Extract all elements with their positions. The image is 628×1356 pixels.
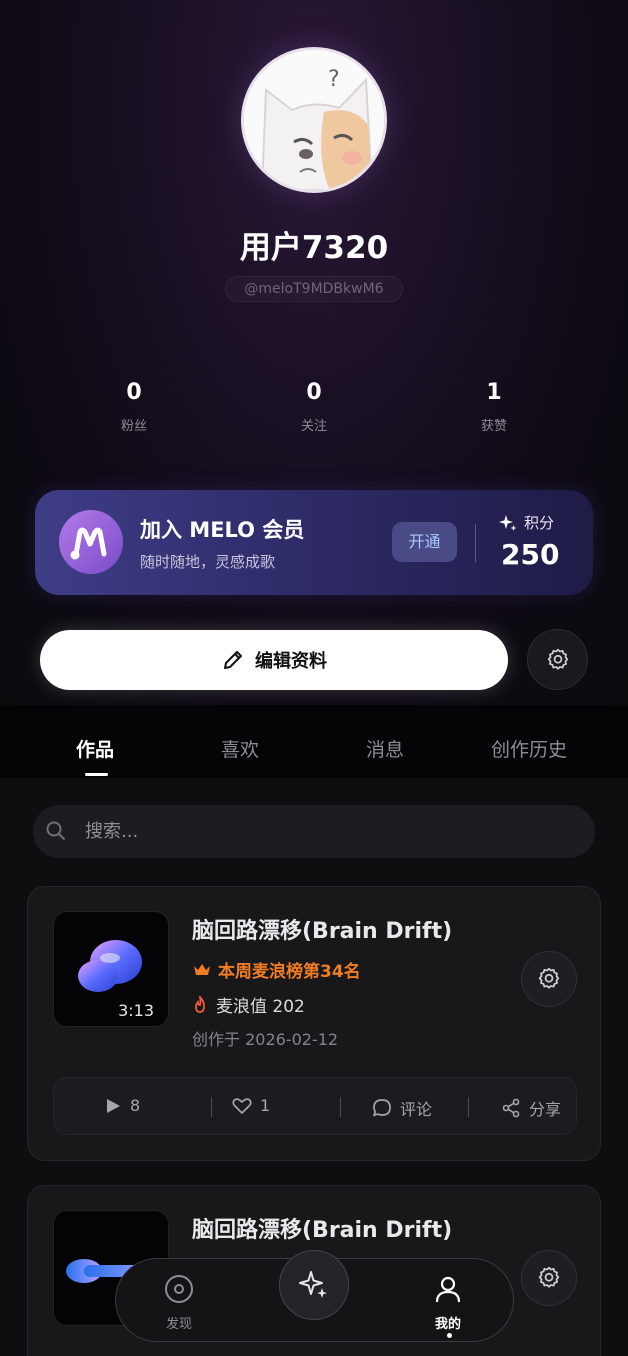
- flame-icon: [195, 995, 205, 1013]
- nav-discover-label: 发现: [165, 1317, 192, 1332]
- edit-profile-label: 编辑资料: [255, 651, 327, 672]
- work-settings-button[interactable]: [521, 951, 577, 1007]
- work-card[interactable]: 3:13 脑回路漂移(Brain Drift) 本周麦浪榜第34名 麦浪值 20…: [27, 886, 601, 1161]
- gear-icon: [547, 648, 568, 670]
- pencil-icon: [224, 651, 242, 669]
- work-created-date: 创作于 2026-02-12: [192, 1030, 339, 1049]
- membership-banner[interactable]: 加入 MELO 会员 随时随地，灵感成歌 开通 积分 250: [35, 490, 593, 595]
- play-icon: [107, 1098, 120, 1113]
- settings-button[interactable]: [527, 629, 588, 690]
- comment-button[interactable]: 评论: [372, 1096, 432, 1120]
- tab-active-indicator: [85, 773, 108, 776]
- stat-likes-value: 1: [486, 380, 502, 405]
- nav-mine-label: 我的: [434, 1317, 461, 1332]
- points-value: 250: [501, 538, 560, 571]
- comment-label: 评论: [400, 1100, 433, 1119]
- search-bar[interactable]: [33, 805, 595, 858]
- stat-likes[interactable]: 1 获赞: [434, 380, 554, 434]
- work-title[interactable]: 脑回路漂移(Brain Drift): [192, 1212, 452, 1244]
- work-settings-button[interactable]: [521, 1250, 577, 1306]
- share-button[interactable]: 分享: [501, 1096, 561, 1120]
- work-cover[interactable]: 3:13: [53, 911, 169, 1027]
- comment-icon: [373, 1099, 391, 1117]
- work-title[interactable]: 脑回路漂移(Brain Drift): [192, 913, 452, 945]
- points-label-row[interactable]: 积分: [498, 512, 554, 533]
- profile-tabs: 作品 喜欢 消息 创作历史: [0, 705, 628, 778]
- work-heat-text: 麦浪值 202: [216, 997, 305, 1017]
- svg-text:?: ?: [328, 67, 340, 92]
- nav-active-dot: [447, 1333, 452, 1338]
- points-label: 积分: [524, 514, 555, 532]
- divider: [468, 1097, 469, 1117]
- tab-works[interactable]: 作品: [76, 735, 114, 762]
- stat-followers-label: 粉丝: [120, 419, 147, 434]
- search-input[interactable]: [85, 805, 565, 858]
- heart-icon: [232, 1097, 252, 1114]
- stat-followers-value: 0: [126, 380, 142, 405]
- nav-discover[interactable]: 发现: [144, 1273, 214, 1332]
- avatar[interactable]: ?: [241, 47, 387, 193]
- divider: [211, 1097, 212, 1117]
- create-button[interactable]: [279, 1250, 349, 1320]
- work-actions-bar: 8 1 评论 分享: [53, 1077, 577, 1135]
- work-duration: 3:13: [118, 1001, 154, 1020]
- membership-title: 加入 MELO 会员: [140, 518, 305, 542]
- work-heat: 麦浪值 202: [192, 992, 305, 1017]
- sparkle-icon: [299, 1271, 327, 1298]
- work-rank-text: 本周麦浪榜第34名: [218, 962, 361, 982]
- work-rank[interactable]: 本周麦浪榜第34名: [192, 957, 361, 982]
- melo-logo-icon: [59, 510, 123, 574]
- stat-following-value: 0: [306, 380, 322, 405]
- sparkle-icon: [499, 514, 517, 531]
- like-button[interactable]: 1: [232, 1096, 270, 1115]
- user-handle[interactable]: @meloT9MDBkwM6: [225, 276, 403, 302]
- stat-following-label: 关注: [300, 419, 327, 434]
- tab-messages[interactable]: 消息: [366, 735, 404, 762]
- play-count: 8: [130, 1096, 141, 1115]
- membership-subtitle: 随时随地，灵感成歌: [140, 553, 276, 571]
- like-count: 1: [260, 1096, 271, 1115]
- search-icon: [46, 821, 65, 840]
- open-membership-button[interactable]: 开通: [392, 522, 457, 562]
- user-icon: [435, 1276, 461, 1303]
- gear-icon: [538, 967, 560, 989]
- divider: [475, 524, 476, 562]
- stat-followers[interactable]: 0 粉丝: [74, 380, 194, 434]
- nav-mine[interactable]: 我的: [413, 1273, 483, 1332]
- cat-avatar-icon: ?: [244, 50, 384, 190]
- share-label: 分享: [529, 1100, 562, 1119]
- stat-likes-label: 获赞: [480, 419, 507, 434]
- tab-history[interactable]: 创作历史: [491, 735, 567, 762]
- gear-icon: [538, 1266, 560, 1288]
- edit-profile-button[interactable]: 编辑资料: [40, 630, 508, 690]
- divider: [340, 1097, 341, 1117]
- username: 用户7320: [239, 230, 389, 266]
- play-button[interactable]: 8: [104, 1096, 140, 1115]
- stat-following[interactable]: 0 关注: [254, 380, 374, 434]
- tab-likes[interactable]: 喜欢: [221, 735, 259, 762]
- crown-icon: [194, 963, 210, 975]
- disc-icon: [165, 1275, 193, 1303]
- share-icon: [502, 1098, 520, 1118]
